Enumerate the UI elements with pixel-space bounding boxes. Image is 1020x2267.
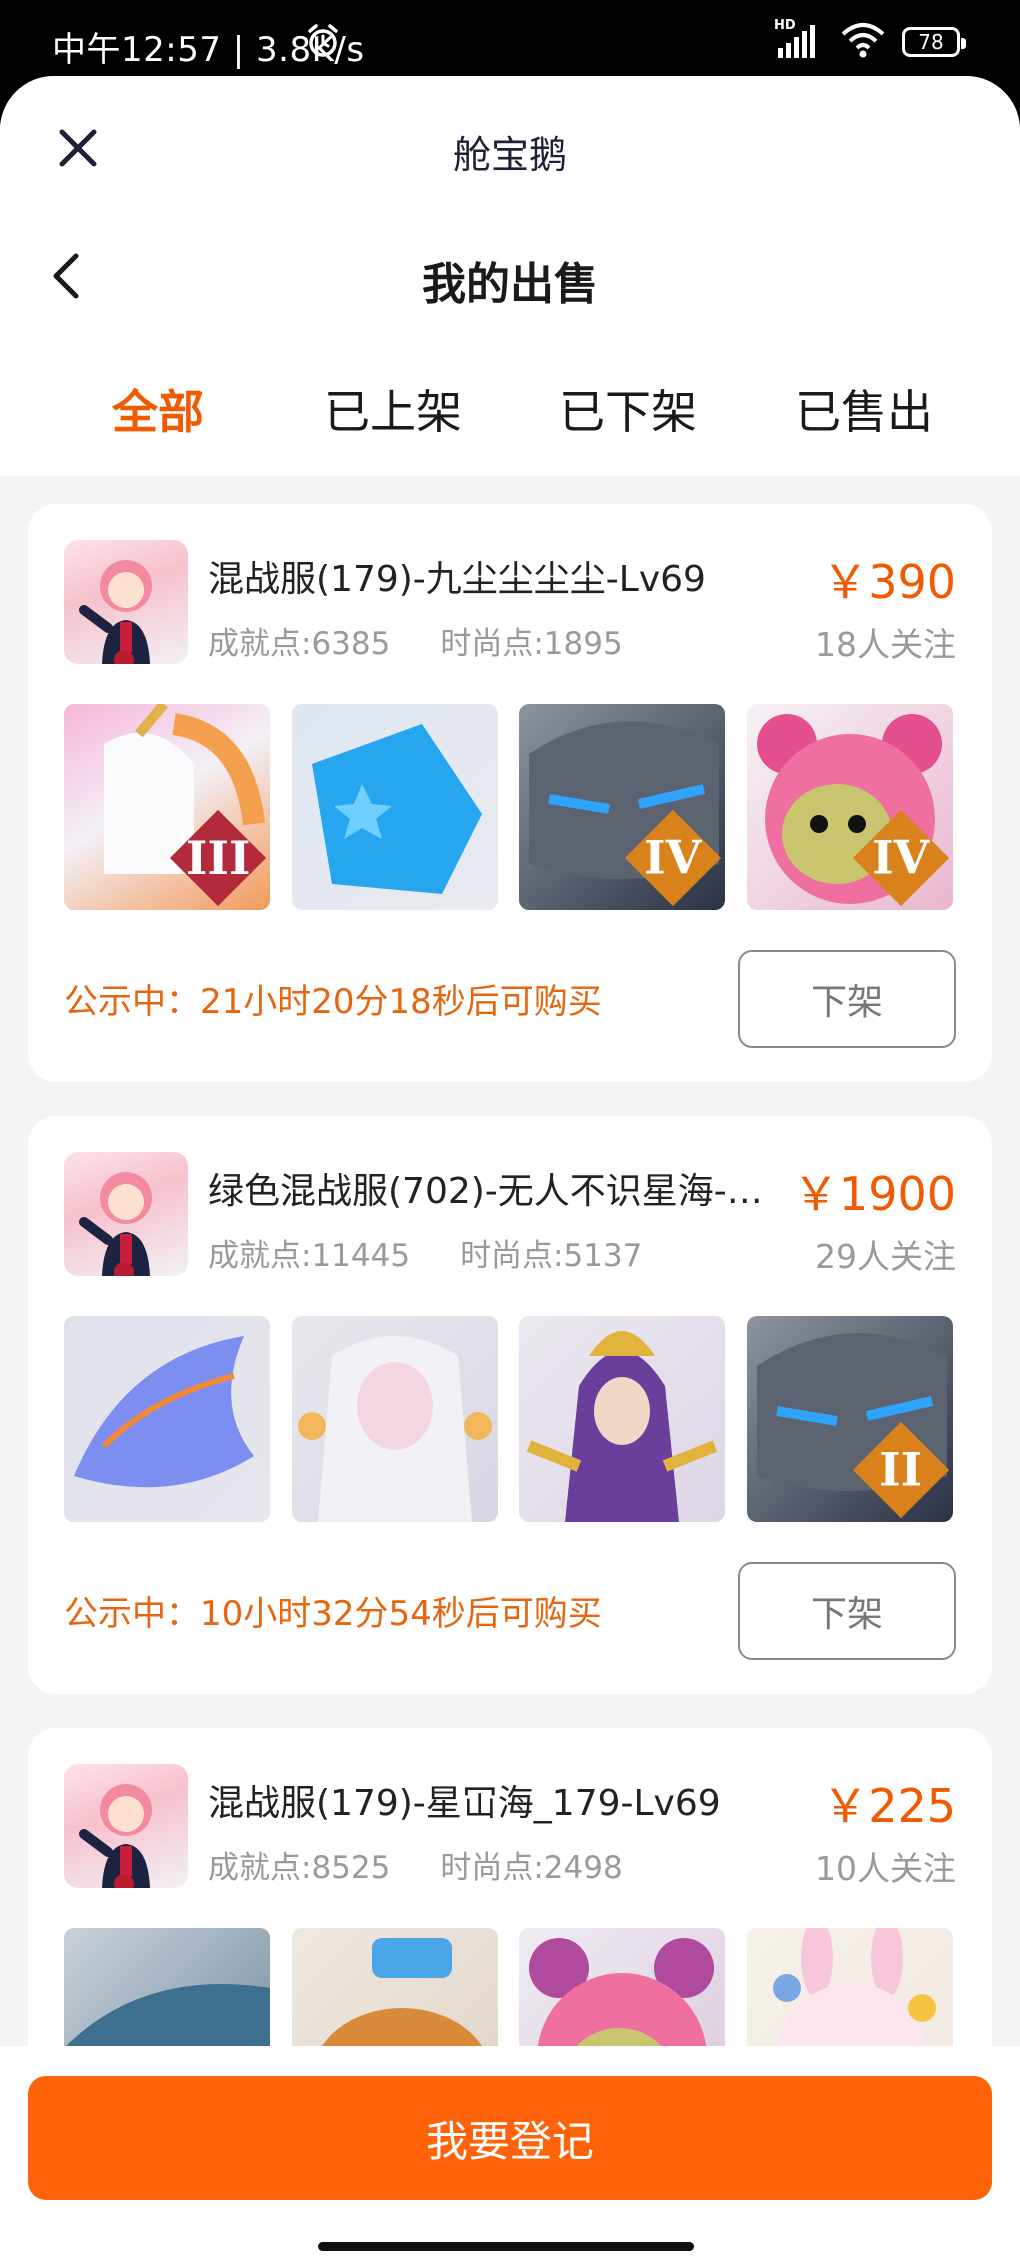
purple-dragon-icon[interactable] [64,1316,270,1522]
header: 舱宝鹅 我的出售 全部 已上架 已下架 已售出 [0,76,1020,476]
wifi-icon [840,22,886,62]
bottom-sheet: 舱宝鹅 我的出售 全部 已上架 已下架 已售出 混战服(179)-九尘尘尘尘-L… [0,76,1020,2267]
home-indicator[interactable] [318,2242,694,2251]
item-thumbnails: III IV IV [64,704,956,910]
achievement-points: 成就点:11445 [208,1238,411,1274]
status-icons: HD 78 [308,18,966,62]
status-bar: 中午12:57 | 3.8K/s HD 78 [0,0,1020,80]
stone-mask-icon[interactable]: II [747,1316,953,1522]
battery-icon: 78 [902,27,966,57]
listing-title: 混战服(179)-星冚海_179-Lv69 [208,1783,721,1824]
tab-bar: 全部 已上架 已下架 已售出 [0,376,1020,456]
tab-sold[interactable]: 已售出 [764,376,964,442]
pink-bear-hood-icon[interactable]: IV [747,704,953,910]
listing-price: ￥1900 [792,1167,956,1221]
tab-listed[interactable]: 已上架 [293,376,493,442]
follower-count: 10人关注 [815,1849,956,1888]
listing-price: ￥225 [822,1779,956,1833]
fashion-points: 时尚点:2498 [440,1850,623,1886]
stone-mask-icon[interactable]: IV [519,704,725,910]
listing-card[interactable]: 混战服(179)-九尘尘尘尘-Lv69 成就点:6385 时尚点:1895 ￥39… [28,504,992,1082]
takedown-button[interactable]: 下架 [738,1562,956,1660]
tab-delisted[interactable]: 已下架 [528,376,728,442]
tab-all[interactable]: 全部 [58,376,258,442]
golden-goddess-icon[interactable] [519,1316,725,1522]
notice-text: 公示中：21小时20分18秒后可购买 [64,982,602,1022]
listing-title: 混战服(179)-九尘尘尘尘-Lv69 [208,559,706,600]
alarm-icon [304,22,342,64]
listing-stats: 成就点:11445 时尚点:5137 [208,1230,642,1275]
follower-count: 29人关注 [815,1237,956,1276]
follower-count: 18人关注 [815,625,956,664]
item-thumbnails: II [64,1316,956,1522]
fashion-points: 时尚点:5137 [460,1238,643,1274]
avatar [64,1764,188,1888]
fashion-points: 时尚点:1895 [440,626,623,662]
notice-text: 公示中：10小时32分54秒后可购买 [64,1594,602,1634]
register-button[interactable]: 我要登记 [28,2076,992,2200]
avatar [64,1152,188,1276]
signal-icon: HD [774,18,824,60]
unicorn-icon[interactable]: III [64,704,270,910]
listing-card[interactable]: 绿色混战服(702)-无人不识星海-… 成就点:11445 时尚点:5137 ￥1… [28,1116,992,1694]
listing-stats: 成就点:8525 时尚点:2498 [208,1842,623,1887]
avatar [64,540,188,664]
achievement-points: 成就点:8525 [208,1850,391,1886]
takedown-button[interactable]: 下架 [738,950,956,1048]
app-title: 舱宝鹅 [452,133,567,177]
page-title: 我的出售 [422,259,598,310]
listing-stats: 成就点:6385 时尚点:1895 [208,618,623,663]
listing-title: 绿色混战服(702)-无人不识星海-… [208,1171,763,1212]
white-mermaid-icon[interactable] [292,1316,498,1522]
achievement-points: 成就点:6385 [208,626,391,662]
blue-star-pillow-icon[interactable] [292,704,498,910]
listing-price: ￥390 [822,555,956,609]
